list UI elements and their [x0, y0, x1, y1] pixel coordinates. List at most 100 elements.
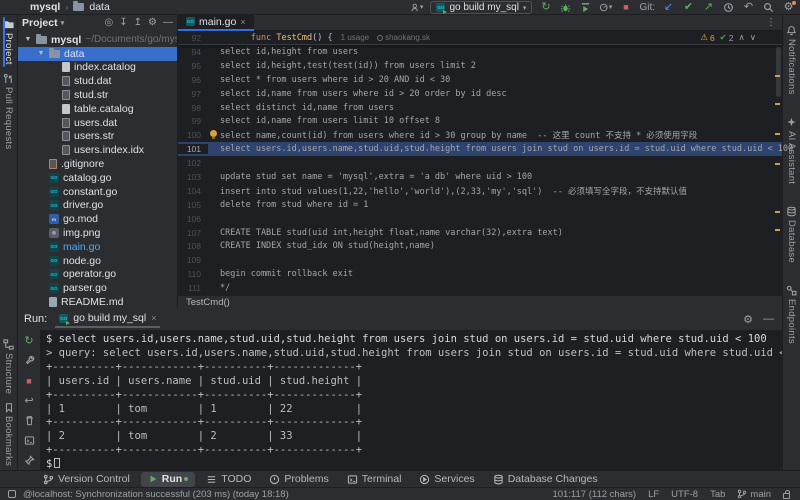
code-line-106[interactable]: 106	[178, 212, 782, 226]
tree-item-README.md[interactable]: README.md	[18, 295, 177, 308]
locate-file-icon[interactable]: ◎	[105, 18, 114, 28]
code-line-100[interactable]: 100select name,count(id) from users wher…	[178, 128, 782, 142]
code-area[interactable]: 94select id,height from users95select id…	[178, 45, 782, 295]
code-line-98[interactable]: 98select distinct id,name from users	[178, 101, 782, 115]
tab-options-icon[interactable]: ⋮	[766, 17, 776, 28]
tree-item-mysql[interactable]: ▼mysql~/Documents/go/mysql	[18, 33, 177, 47]
git-branch-widget[interactable]: main	[737, 489, 771, 500]
tree-item-img.png[interactable]: ◍img.png	[18, 226, 177, 240]
collapse-all-icon[interactable]: ↥	[134, 18, 142, 28]
soft-wrap-icon[interactable]: ↩	[23, 394, 36, 407]
git-commit-button[interactable]: ✔	[682, 1, 695, 14]
code-line-99[interactable]: 99select id,name from users limit 10 off…	[178, 114, 782, 128]
editor-scrollbar[interactable]	[776, 47, 781, 97]
git-push-button[interactable]: ↗	[702, 1, 715, 14]
run-settings-gear-icon[interactable]: ⚙	[743, 313, 753, 326]
tree-item-main.go[interactable]: GOmain.go	[18, 240, 177, 254]
sidebar-item-endpoints[interactable]: Endpoints	[786, 281, 797, 348]
tree-item-table.catalog[interactable]: table.catalog	[18, 102, 177, 116]
sync-status-message[interactable]: @localhost: Synchronization successful (…	[23, 489, 289, 500]
sticky-function-line[interactable]: 92 func TestCmd() { 1 usage shaokang.sk …	[178, 31, 782, 45]
hide-run-panel-icon[interactable]: —	[763, 313, 774, 326]
code-line-96[interactable]: 96select * from users where id > 20 AND …	[178, 73, 782, 87]
code-line-110[interactable]: 110begin commit rollback exit	[178, 267, 782, 281]
tree-item-constant.go[interactable]: GOconstant.go	[18, 185, 177, 199]
clear-output-trash-icon[interactable]	[23, 414, 36, 427]
inspection-widget[interactable]: ⚠6 ✔2 ∧ ∨	[700, 32, 756, 43]
caret-position[interactable]: 101:117 (112 chars)	[552, 489, 636, 500]
tool-window-button-database-changes[interactable]: Database Changes	[486, 472, 605, 487]
project-options-gear-icon[interactable]: ⚙	[148, 18, 157, 28]
rerun-icon[interactable]: ↻	[23, 334, 36, 347]
tool-window-button-version-control[interactable]: Version Control	[36, 472, 137, 487]
tree-item-users.str[interactable]: users.str	[18, 130, 177, 144]
hide-panel-icon[interactable]: —	[163, 18, 173, 28]
code-line-111[interactable]: 111*/	[178, 281, 782, 295]
rollback-button[interactable]: ↶	[742, 1, 755, 14]
settings-gear-icon[interactable]: ⚙	[782, 1, 795, 14]
chevron-down-icon[interactable]: ▼	[37, 50, 45, 57]
breadcrumb-project[interactable]: mysql	[30, 1, 60, 13]
usages-inlay[interactable]: 1 usage	[341, 33, 369, 42]
line-separator[interactable]: LF	[648, 489, 659, 500]
user-profile-icon[interactable]: ▾	[410, 1, 423, 14]
history-button[interactable]	[722, 1, 735, 14]
tree-item-node.go[interactable]: GOnode.go	[18, 254, 177, 268]
code-line-103[interactable]: 103update stud set name = 'mysql',extra …	[178, 170, 782, 184]
run-configuration-select[interactable]: GO go build my_sql ▾	[430, 1, 532, 14]
chevron-down-icon[interactable]: ▼	[24, 36, 32, 43]
warning-stripe-mark[interactable]	[775, 229, 780, 231]
warning-stripe-mark[interactable]	[775, 75, 780, 77]
run-tab[interactable]: GO go build my_sql ×	[55, 310, 160, 328]
next-problem-icon[interactable]: ∨	[750, 32, 756, 43]
code-line-95[interactable]: 95select id,height,test(test(id)) from u…	[178, 59, 782, 73]
sidebar-item-structure[interactable]: Structure	[3, 335, 14, 398]
sidebar-item-pull-requests[interactable]: Pull Requests	[3, 69, 14, 154]
tree-item-index.catalog[interactable]: index.catalog	[18, 61, 177, 75]
tool-window-button-todo[interactable]: TODO	[199, 472, 258, 487]
prev-problem-icon[interactable]: ∧	[739, 32, 745, 43]
tree-item-stud.str[interactable]: stud.str	[18, 88, 177, 102]
tree-item-data[interactable]: ▼data	[18, 47, 177, 61]
sidebar-item-bookmarks[interactable]: Bookmarks	[3, 398, 14, 470]
run-console[interactable]: $ select users.id,users.name,stud.uid,st…	[40, 330, 782, 470]
tool-window-button-problems[interactable]: Problems	[262, 472, 335, 487]
code-line-101[interactable]: 101select users.id,users.name,stud.uid,s…	[178, 142, 782, 156]
code-line-107[interactable]: 107CREATE TABLE stud(uid int,height floa…	[178, 226, 782, 240]
stop-icon[interactable]: ■	[23, 374, 36, 387]
console-view-icon[interactable]	[23, 434, 36, 447]
tree-item-catalog.go[interactable]: GOcatalog.go	[18, 171, 177, 185]
sidebar-item-notifications[interactable]: Notifications	[786, 21, 797, 99]
author-inlay[interactable]: shaokang.sk	[377, 33, 430, 42]
tree-item-.gitignore[interactable]: .gitignore	[18, 157, 177, 171]
code-line-105[interactable]: 105delete from stud where id = 1	[178, 198, 782, 212]
lock-icon[interactable]	[783, 493, 790, 499]
profiler-button[interactable]: ▾	[599, 1, 612, 14]
code-line-109[interactable]: 109	[178, 253, 782, 267]
tree-item-users.dat[interactable]: users.dat	[18, 116, 177, 130]
sidebar-item-project[interactable]: Project	[3, 15, 15, 69]
sidebar-item-database[interactable]: Database	[786, 202, 797, 267]
console-prompt[interactable]: $	[46, 458, 782, 470]
file-encoding[interactable]: UTF-8	[671, 489, 698, 500]
run-tab-close-icon[interactable]: ×	[151, 313, 156, 323]
breadcrumb-folder[interactable]: data	[89, 1, 109, 13]
code-line-102[interactable]: 102	[178, 156, 782, 170]
indent-style[interactable]: Tab	[710, 489, 725, 500]
tree-item-go.mod[interactable]: mgo.mod	[18, 212, 177, 226]
layout-icon[interactable]	[8, 490, 16, 498]
code-line-104[interactable]: 104insert into stud values(1,22,'hello',…	[178, 184, 782, 198]
editor-breadcrumb[interactable]: TestCmd()	[178, 295, 782, 308]
code-line-108[interactable]: 108CREATE INDEX stud_idx ON stud(height,…	[178, 239, 782, 253]
warning-stripe-mark[interactable]	[775, 103, 780, 105]
warning-stripe-mark[interactable]	[775, 211, 780, 213]
warning-stripe-mark[interactable]	[775, 163, 780, 165]
code-line-97[interactable]: 97select id,name from users where id > 2…	[178, 87, 782, 101]
tree-item-stud.dat[interactable]: stud.dat	[18, 74, 177, 88]
rerun-button[interactable]: ↻	[539, 1, 552, 14]
expand-all-icon[interactable]: ↧	[119, 18, 127, 28]
edit-configuration-wrench-icon[interactable]	[23, 354, 36, 367]
code-line-94[interactable]: 94select id,height from users	[178, 45, 782, 59]
tree-item-driver.go[interactable]: GOdriver.go	[18, 199, 177, 213]
pin-icon[interactable]	[23, 454, 36, 467]
